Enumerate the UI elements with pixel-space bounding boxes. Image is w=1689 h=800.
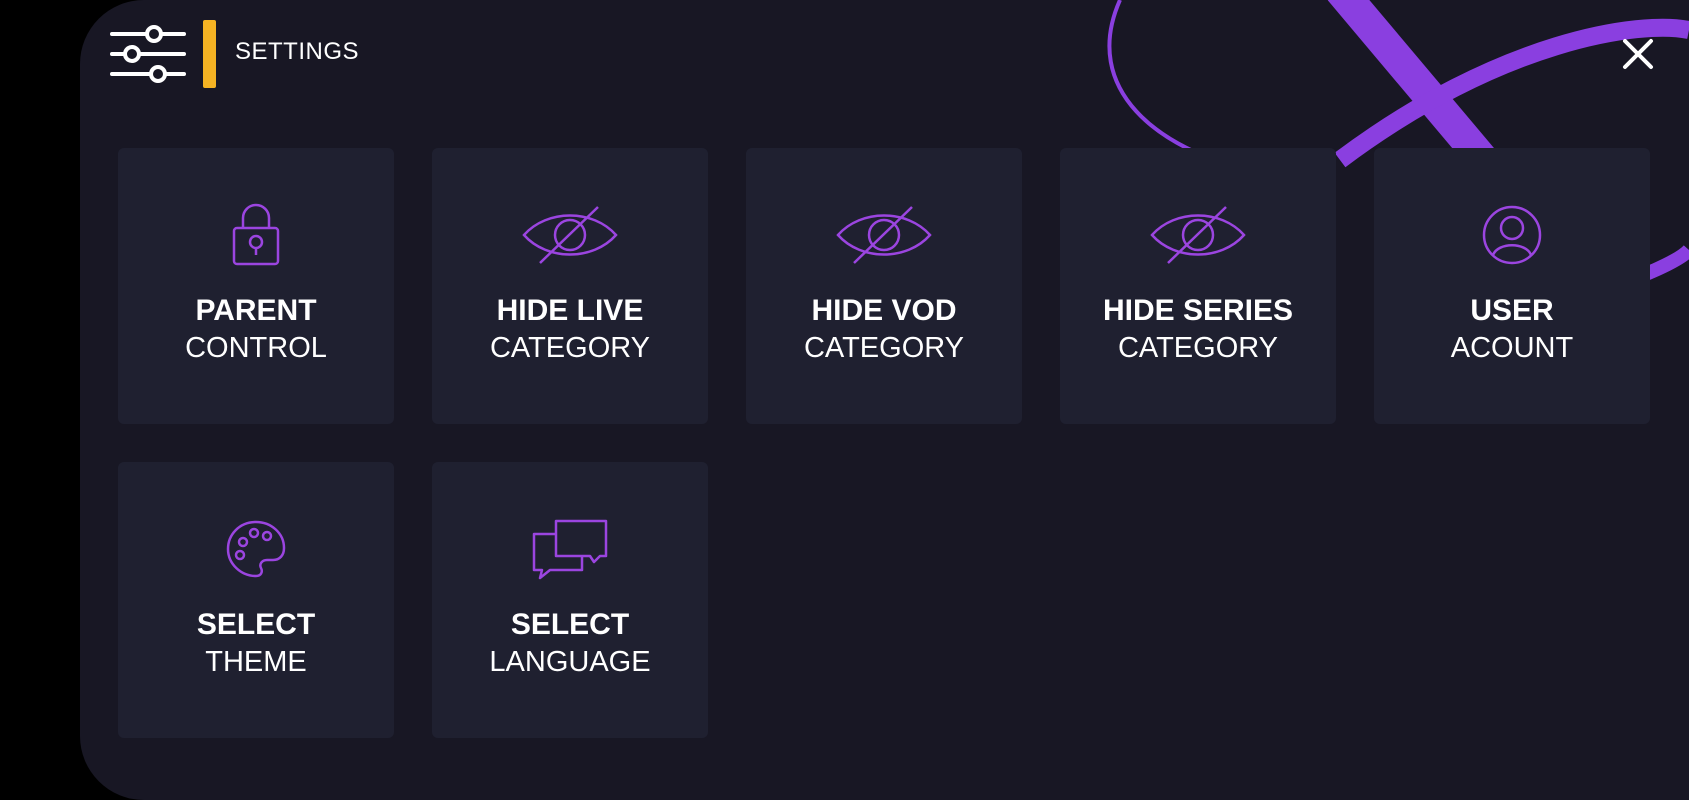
user-icon xyxy=(1482,205,1542,265)
tile-title: HIDE LIVE xyxy=(496,294,644,327)
tile-hide-series-category[interactable]: HIDE SERIES CATEGORY xyxy=(1060,148,1336,424)
tile-hide-vod-category[interactable]: HIDE VOD CATEGORY xyxy=(746,148,1022,424)
tile-subtitle: ACOUNT xyxy=(1450,332,1574,364)
tile-select-language[interactable]: SELECT LANGUAGE xyxy=(432,462,708,738)
sliders-icon xyxy=(110,25,186,83)
tile-title: PARENT xyxy=(195,294,317,327)
tile-subtitle: CATEGORY xyxy=(1117,332,1279,364)
tile-subtitle: LANGUAGE xyxy=(489,646,651,678)
tile-title: HIDE SERIES xyxy=(1102,294,1294,327)
tile-parent-control[interactable]: PARENT CONTROL xyxy=(118,148,394,424)
tile-subtitle: CATEGORY xyxy=(489,332,651,364)
header-accent-bar xyxy=(203,20,216,88)
close-icon[interactable] xyxy=(1620,36,1656,72)
eye-off-icon xyxy=(1150,206,1246,264)
tile-title: SELECT xyxy=(510,608,630,641)
settings-screen: SETTINGS PARENT CONTROL HIDE LIVE CATEGO… xyxy=(80,0,1689,800)
tile-subtitle: CATEGORY xyxy=(803,332,965,364)
tile-user-account[interactable]: USER ACOUNT xyxy=(1374,148,1650,424)
eye-off-icon xyxy=(522,206,618,264)
eye-off-icon xyxy=(836,206,932,264)
tile-title: HIDE VOD xyxy=(811,294,957,327)
chat-bubbles-icon xyxy=(532,519,608,580)
tile-title: SELECT xyxy=(196,608,316,641)
tile-select-theme[interactable]: SELECT THEME xyxy=(118,462,394,738)
tile-hide-live-category[interactable]: HIDE LIVE CATEGORY xyxy=(432,148,708,424)
tile-subtitle: THEME xyxy=(205,646,307,678)
palette-icon xyxy=(226,520,286,578)
tile-title: USER xyxy=(1470,294,1554,327)
page-title: SETTINGS xyxy=(235,38,360,65)
lock-icon xyxy=(232,203,280,266)
tile-subtitle: CONTROL xyxy=(185,332,327,364)
